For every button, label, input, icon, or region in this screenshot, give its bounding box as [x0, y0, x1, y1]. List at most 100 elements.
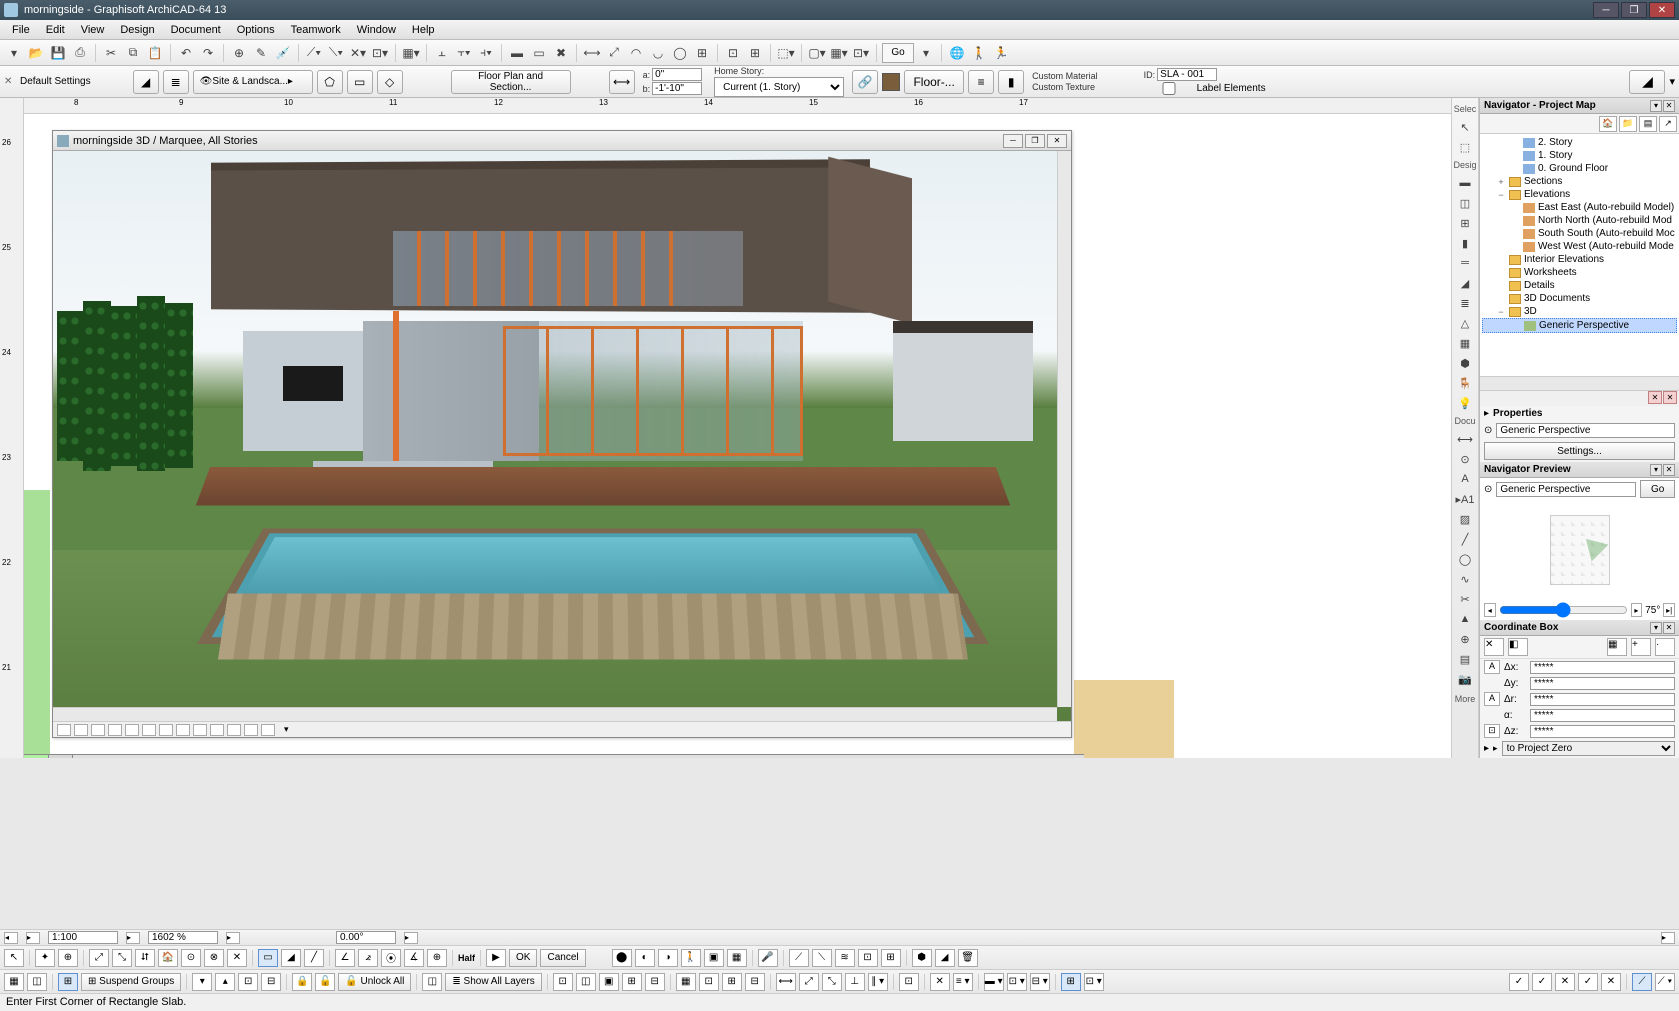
go-drop-icon[interactable]: ▾	[916, 43, 936, 63]
cancel-button[interactable]: Cancel	[540, 949, 585, 967]
nav-orbit-icon[interactable]	[193, 724, 207, 736]
ctrl-m7-icon[interactable]: ✕	[227, 949, 247, 967]
slab-big-icon[interactable]: ◢	[1629, 70, 1665, 94]
3d-a-icon[interactable]: ⬚▾	[776, 43, 796, 63]
nav-map-icon[interactable]: 🏠	[1599, 116, 1617, 132]
dim-tool-icon[interactable]: ⟷	[1454, 430, 1476, 448]
tree-item[interactable]: Generic Perspective	[1482, 318, 1677, 333]
door-tool-icon[interactable]: ◫	[1454, 194, 1476, 212]
nav-layout-icon[interactable]: ▤	[1639, 116, 1657, 132]
coord-z-lock[interactable]: ⊡	[1484, 724, 1500, 738]
snap-c-icon[interactable]: ✕▾	[348, 43, 368, 63]
tree-scroll-h[interactable]	[1480, 376, 1679, 390]
scale-input[interactable]	[48, 931, 118, 944]
c2-d5-icon[interactable]: ⊟	[645, 973, 665, 991]
nav-preview-header[interactable]: Navigator Preview ▾✕	[1480, 462, 1679, 478]
c2-f1-icon[interactable]: ⟷	[776, 973, 796, 991]
section-tool-icon[interactable]: ✂	[1454, 590, 1476, 608]
c2-j4-icon[interactable]: ✓	[1578, 973, 1598, 991]
ctrl-s4-icon[interactable]: ⊡	[858, 949, 878, 967]
navigator-header[interactable]: Navigator - Project Map ▾✕	[1480, 98, 1679, 114]
roof-tool-icon[interactable]: △	[1454, 314, 1476, 332]
coord-plus-icon[interactable]: +	[1631, 638, 1651, 656]
ctrl-snap1-icon[interactable]: ✦	[35, 949, 55, 967]
geom-a-icon[interactable]: ⬠	[317, 70, 343, 94]
infobar-close-icon[interactable]: ✕	[4, 76, 16, 88]
marquee-tool-icon[interactable]: ⬚	[1454, 138, 1476, 156]
camera-tool-icon[interactable]: 📷	[1454, 670, 1476, 688]
arc-tool-icon[interactable]: ◯	[1454, 550, 1476, 568]
ctrl-snap2-icon[interactable]: ⊕	[58, 949, 78, 967]
tree-item[interactable]: South South (Auto-rebuild Moc	[1482, 227, 1677, 240]
id-input[interactable]	[1157, 68, 1217, 81]
level-tool-icon[interactable]: ⊙	[1454, 450, 1476, 468]
tree-item[interactable]: +Sections	[1482, 175, 1677, 188]
tree-item[interactable]: 0. Ground Floor	[1482, 162, 1677, 175]
del-icon[interactable]: ✖	[551, 43, 571, 63]
navigator-tree[interactable]: 2. Story1. Story0. Ground Floor+Sections…	[1480, 134, 1679, 376]
tree-item[interactable]: −Elevations	[1482, 188, 1677, 201]
layer-dropdown[interactable]: 👁 Site & Landsca... ▸	[193, 70, 313, 94]
line-tool-icon[interactable]: ╱	[1454, 530, 1476, 548]
frame-b-icon[interactable]: ▦▾	[829, 43, 849, 63]
ctrl-ang2-icon[interactable]: ⦨	[358, 949, 378, 967]
nav-zoom-in-icon[interactable]	[125, 724, 139, 736]
wall-tool-icon[interactable]: ▬	[1454, 174, 1476, 192]
c2-d1-icon[interactable]: ⊡	[553, 973, 573, 991]
coord-grid-icon[interactable]: ▦	[1607, 638, 1627, 656]
nav-look-icon[interactable]	[227, 724, 241, 736]
ctrl-s3-icon[interactable]: ≋	[835, 949, 855, 967]
c2-i1-icon[interactable]: ⊞	[1061, 973, 1081, 991]
menu-design[interactable]: Design	[112, 22, 162, 38]
zone-tool-icon[interactable]: ⬢	[1454, 354, 1476, 372]
syringe-icon[interactable]: 💉	[273, 43, 293, 63]
c2-f4-icon[interactable]: ⊥	[845, 973, 865, 991]
tree-item[interactable]: 3D Documents	[1482, 292, 1677, 305]
coord-box-header[interactable]: Coordinate Box ▾✕	[1480, 620, 1679, 636]
nav-3d-icon[interactable]	[74, 724, 88, 736]
menu-teamwork[interactable]: Teamwork	[283, 22, 349, 38]
elevation-tool-icon[interactable]: ▲	[1454, 610, 1476, 628]
align-l-icon[interactable]: ⫠	[432, 43, 452, 63]
ctrl-m1-icon[interactable]: ⤢	[89, 949, 109, 967]
object-tool-icon[interactable]: 🪑	[1454, 374, 1476, 392]
run-icon[interactable]: 🏃	[991, 43, 1011, 63]
ctrl-s2-icon[interactable]: ⟍	[812, 949, 832, 967]
c2-d4-icon[interactable]: ⊞	[622, 973, 642, 991]
settings-button[interactable]: Settings...	[1484, 442, 1675, 460]
geom-c-icon[interactable]: ◇	[377, 70, 403, 94]
menu-file[interactable]: File	[4, 22, 38, 38]
zoom-drop-icon[interactable]: ▸	[226, 932, 240, 944]
globe-icon[interactable]: 🌐	[947, 43, 967, 63]
scale-end-icon[interactable]: ▸	[1661, 932, 1675, 944]
ctrl-ang3-icon[interactable]: ⦿	[381, 949, 401, 967]
open-icon[interactable]: 📂	[26, 43, 46, 63]
coord-dz-input[interactable]	[1530, 725, 1675, 738]
c2-j2-icon[interactable]: ✓	[1532, 973, 1552, 991]
ctrl-s6-icon[interactable]: ⬢	[912, 949, 932, 967]
c2-group-icon[interactable]: ⊞	[58, 973, 78, 991]
angle-drop-icon[interactable]: ▸	[404, 932, 418, 944]
home-story-dropdown[interactable]: Current (1. Story)	[714, 77, 844, 97]
ctrl-ang1-icon[interactable]: ∠	[335, 949, 355, 967]
c2-lock-icon[interactable]: 🔒	[292, 973, 312, 991]
tree-item[interactable]: −3D	[1482, 305, 1677, 318]
c2-e3-icon[interactable]: ⊞	[722, 973, 742, 991]
view-a-icon[interactable]: ⊡	[723, 43, 743, 63]
tree-item[interactable]: 2. Story	[1482, 136, 1677, 149]
3d-viewport[interactable]	[53, 151, 1071, 721]
nav-collapse-icon[interactable]: ▾	[1650, 100, 1662, 112]
menu-options[interactable]: Options	[229, 22, 283, 38]
c2-u1-icon[interactable]: ▾	[192, 973, 212, 991]
view-b-icon[interactable]: ⊞	[745, 43, 765, 63]
coord-link-icon[interactable]: ▸	[1484, 743, 1489, 754]
show-all-layers-button[interactable]: ≣ Show All Layers	[445, 973, 541, 991]
dim-f-icon[interactable]: ⊞	[692, 43, 712, 63]
close-button[interactable]: ✕	[1649, 2, 1675, 18]
preview-next-icon[interactable]: ▸	[1631, 603, 1643, 617]
c2-h1-icon[interactable]: ▬ ▾	[984, 973, 1004, 991]
c2-u4-icon[interactable]: ⊟	[261, 973, 281, 991]
label-elements-checkbox[interactable]: Label Elements	[1144, 82, 1266, 95]
material-swatch[interactable]	[882, 73, 900, 91]
c2-f5-icon[interactable]: ∥ ▾	[868, 973, 888, 991]
